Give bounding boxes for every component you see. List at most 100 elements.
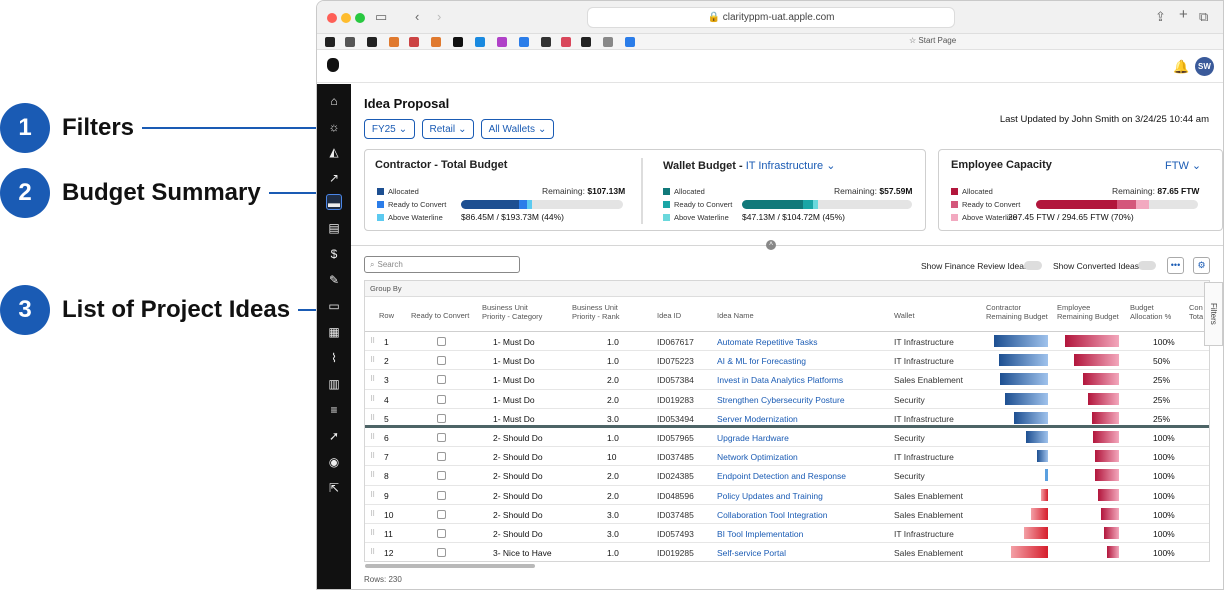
- favorite-icon[interactable]: [561, 37, 571, 47]
- filter-fiscal-year[interactable]: FY25 ⌄: [364, 119, 415, 139]
- idea-name-link[interactable]: Network Optimization: [717, 452, 798, 462]
- settings-person-icon[interactable]: ◉: [326, 454, 342, 470]
- drag-handle-icon[interactable]: ⠿: [370, 395, 375, 403]
- table-row[interactable]: ⠿ 4 1- Must Do 2.0 ID019283 Strengthen Cybers…: [365, 390, 1209, 409]
- table-row[interactable]: ⠿ 1 1- Must Do 1.0 ID067617 Automate Repetiti…: [365, 332, 1209, 352]
- idea-name-link[interactable]: Self-service Portal: [717, 548, 786, 558]
- finance-review-toggle[interactable]: [1024, 261, 1042, 270]
- minimize-window-button[interactable]: [341, 13, 351, 23]
- filter-wallet[interactable]: All Wallets ⌄: [481, 119, 554, 139]
- new-tab-icon[interactable]: +: [1179, 6, 1188, 23]
- trend-icon[interactable]: ↗: [326, 170, 342, 186]
- notification-bell-icon[interactable]: 🔔: [1173, 59, 1189, 75]
- map-icon[interactable]: ▥: [326, 376, 342, 392]
- horizontal-scrollbar[interactable]: [365, 564, 535, 568]
- drag-handle-icon[interactable]: ⠿: [370, 471, 375, 479]
- external-link-icon[interactable]: ⇱: [326, 480, 342, 496]
- table-row[interactable]: ⠿ 5 1- Must Do 3.0 ID053494 Server Modernizat…: [365, 409, 1209, 428]
- drag-handle-icon[interactable]: ⠿: [370, 337, 375, 345]
- column-header-wallet[interactable]: Wallet: [894, 311, 915, 320]
- column-header-ready[interactable]: Ready to Convert: [411, 311, 469, 320]
- favorite-icon[interactable]: [367, 37, 377, 47]
- drag-handle-icon[interactable]: ⠿: [370, 433, 375, 441]
- idea-name-link[interactable]: Collaboration Tool Integration: [717, 510, 827, 520]
- sidebar-toggle-icon[interactable]: ▭: [375, 9, 387, 25]
- dollar-icon[interactable]: $: [326, 246, 342, 262]
- column-header-contractor[interactable]: Contractor Remaining Budget: [986, 303, 1056, 321]
- favorite-icon[interactable]: [409, 37, 419, 47]
- ready-to-convert-checkbox[interactable]: [437, 413, 446, 423]
- column-header-allocation[interactable]: Budget Allocation %: [1130, 303, 1185, 321]
- search-input[interactable]: ⌕ Search: [364, 256, 520, 273]
- table-row[interactable]: ⠿ 9 2- Should Do 2.0 ID048596 Policy Updates …: [365, 486, 1209, 505]
- paperclip-icon[interactable]: ⌇: [326, 350, 342, 366]
- home-icon[interactable]: ⌂: [326, 93, 342, 109]
- ready-to-convert-checkbox[interactable]: [437, 432, 446, 442]
- user-edit-icon[interactable]: ✎: [326, 272, 342, 288]
- back-icon[interactable]: ‹: [415, 9, 419, 24]
- ready-to-convert-checkbox[interactable]: [437, 471, 446, 481]
- converted-ideas-toggle[interactable]: [1138, 261, 1156, 270]
- idea-proposal-icon[interactable]: ▬: [326, 194, 342, 210]
- drag-handle-icon[interactable]: ⠿: [370, 491, 375, 499]
- column-header-rank[interactable]: Business Unit Priority - Rank: [572, 303, 632, 321]
- idea-name-link[interactable]: Endpoint Detection and Response: [717, 471, 846, 481]
- maximize-window-button[interactable]: [355, 13, 365, 23]
- favorite-icon[interactable]: [453, 37, 463, 47]
- idea-name-link[interactable]: Upgrade Hardware: [717, 433, 789, 443]
- idea-name-link[interactable]: Policy Updates and Training: [717, 491, 823, 501]
- column-header-idea-name[interactable]: Idea Name: [717, 311, 754, 320]
- drag-handle-icon[interactable]: ⠿: [370, 510, 375, 518]
- ready-to-convert-checkbox[interactable]: [437, 452, 446, 462]
- favorite-icon[interactable]: [431, 37, 441, 47]
- cards-icon[interactable]: ▤: [326, 220, 342, 236]
- tabs-overview-icon[interactable]: ⧉: [1199, 9, 1208, 25]
- avatar[interactable]: SW: [1195, 57, 1214, 76]
- favorite-icon[interactable]: [603, 37, 613, 47]
- ready-to-convert-checkbox[interactable]: [437, 490, 446, 500]
- table-row[interactable]: ⠿ 10 2- Should Do 3.0 ID037485 Collaboration …: [365, 505, 1209, 524]
- column-header-category[interactable]: Business Unit Priority - Category: [482, 303, 552, 321]
- drag-handle-icon[interactable]: ⠿: [370, 414, 375, 422]
- favorite-icon[interactable]: [541, 37, 551, 47]
- table-row[interactable]: ⠿ 7 2- Should Do 10 ID037485 Network Optimiza…: [365, 447, 1209, 467]
- idea-name-link[interactable]: Server Modernization: [717, 414, 798, 424]
- ready-to-convert-checkbox[interactable]: [437, 548, 446, 558]
- idea-name-link[interactable]: Strengthen Cybersecurity Posture: [717, 395, 845, 405]
- collapse-icon[interactable]: ˄: [766, 240, 776, 250]
- idea-name-link[interactable]: Invest in Data Analytics Platforms: [717, 375, 843, 385]
- table-row[interactable]: ⠿ 3 1- Must Do 2.0 ID057384 Invest in Data An…: [365, 370, 1209, 390]
- url-bar[interactable]: 🔒 clarityppm-uat.apple.com: [587, 7, 955, 28]
- ready-to-convert-checkbox[interactable]: [437, 528, 446, 538]
- drag-handle-icon[interactable]: ⠿: [370, 529, 375, 537]
- rocket-icon[interactable]: ➚: [326, 428, 342, 444]
- table-row[interactable]: ⠿ 6 2- Should Do 1.0 ID057965 Upgrade Hardwar…: [365, 428, 1209, 448]
- column-header-employee[interactable]: Employee Remaining Budget: [1057, 303, 1127, 321]
- close-window-button[interactable]: [327, 13, 337, 23]
- chevron-down-icon[interactable]: ⌄: [826, 160, 835, 172]
- table-row[interactable]: ⠿ 2 1- Must Do 1.0 ID075223 AI & ML for Forec…: [365, 351, 1209, 371]
- favorite-icon[interactable]: [581, 37, 591, 47]
- drag-handle-icon[interactable]: ⠿: [370, 375, 375, 383]
- idea-name-link[interactable]: BI Tool Implementation: [717, 529, 803, 539]
- table-row[interactable]: ⠿ 8 2- Should Do 2.0 ID024385 Endpoint Detect…: [365, 466, 1209, 486]
- ready-to-convert-checkbox[interactable]: [437, 375, 446, 385]
- wallet-selector[interactable]: IT Infrastructure: [746, 160, 823, 172]
- column-header-idea-id[interactable]: Idea ID: [657, 311, 681, 320]
- share-icon[interactable]: ⇪: [1155, 9, 1166, 25]
- ready-to-convert-checkbox[interactable]: [437, 356, 446, 366]
- drag-handle-icon[interactable]: ⠿: [370, 356, 375, 364]
- idea-name-link[interactable]: AI & ML for Forecasting: [717, 356, 806, 366]
- document-icon[interactable]: ▭: [326, 298, 342, 314]
- favorite-icon[interactable]: [325, 37, 335, 47]
- settings-gear-icon[interactable]: ⚙: [1193, 257, 1210, 274]
- favorite-icon[interactable]: [475, 37, 485, 47]
- start-page-label[interactable]: ☆ Start Page: [909, 36, 956, 45]
- ready-to-convert-checkbox[interactable]: [437, 337, 446, 346]
- favorite-icon[interactable]: [345, 37, 355, 47]
- table-row[interactable]: ⠿ 11 2- Should Do 3.0 ID057493 BI Tool Implem…: [365, 524, 1209, 544]
- building-icon[interactable]: ▦: [326, 324, 342, 340]
- drag-handle-icon[interactable]: ⠿: [370, 548, 375, 556]
- filters-panel-tab[interactable]: Filters: [1204, 282, 1223, 346]
- favorite-icon[interactable]: [519, 37, 529, 47]
